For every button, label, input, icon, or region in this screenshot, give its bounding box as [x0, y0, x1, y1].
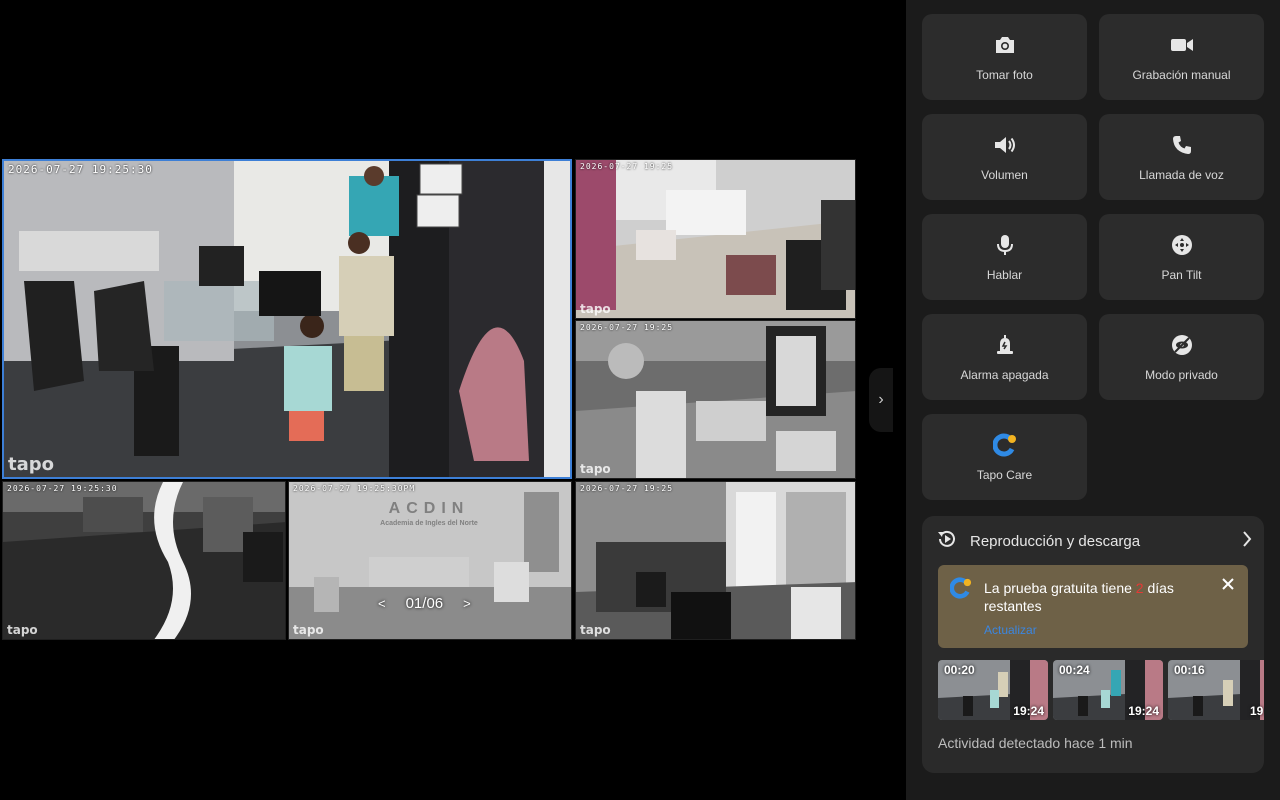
playback-icon [936, 528, 958, 555]
clip-duration: 00:24 [1059, 663, 1090, 677]
voice-call-button[interactable]: Llamada de voz [1099, 114, 1264, 200]
sign-subtitle: Academia de Ingles del Norte [380, 520, 478, 527]
camera-feed-1 [4, 161, 570, 477]
page-indicator: 01/06 [405, 595, 444, 612]
camera-timestamp: 2026-07-27 19:25 [580, 323, 674, 332]
tile-label: Tomar foto [976, 68, 1033, 82]
collapse-panel-button[interactable]: › [869, 368, 893, 432]
playback-card: Reproducción y descarga La prueba gratui… [922, 516, 1264, 773]
camera-feed-4 [3, 482, 285, 639]
trial-text-prefix: La prueba gratuita tiene [984, 580, 1136, 596]
playback-title: Reproducción y descarga [970, 532, 1141, 550]
playback-header[interactable]: Reproducción y descarga [936, 528, 1252, 554]
tile-label: Alarma apagada [960, 368, 1049, 382]
close-icon[interactable] [1218, 574, 1238, 594]
privacy-mode-button[interactable]: Modo privado [1099, 314, 1264, 400]
camera-timestamp: 2026-07-27 19:25:30 [7, 484, 118, 493]
alarm-off-icon [992, 332, 1018, 358]
tile-label: Tapo Care [976, 468, 1033, 482]
tapo-logo: tapo [8, 454, 55, 475]
pan-tilt-button[interactable]: Pan Tilt [1099, 214, 1264, 300]
clip-thumbnail[interactable]: 00:20 19:24 [938, 660, 1048, 720]
tapo-logo: tapo [580, 462, 611, 476]
clip-duration: 00:16 [1174, 663, 1205, 677]
tapo-care-button[interactable]: Tapo Care [922, 414, 1087, 500]
trial-message: La prueba gratuita tiene 2 días restante… [984, 579, 1204, 615]
trial-banner: La prueba gratuita tiene 2 días restante… [938, 565, 1248, 648]
activity-status: Actividad detectado hace 1 min [938, 735, 1133, 751]
camera-timestamp: 2026-07-27 19:25:30 [8, 163, 153, 176]
trial-days: 2 [1135, 580, 1144, 596]
clip-thumbnail[interactable]: 00:24 19:24 [1053, 660, 1163, 720]
manual-recording-button[interactable]: Grabación manual [1099, 14, 1264, 100]
volume-icon [992, 132, 1018, 158]
talk-button[interactable]: Hablar [922, 214, 1087, 300]
volume-button[interactable]: Volumen [922, 114, 1087, 200]
alarm-off-button[interactable]: Alarma apagada [922, 314, 1087, 400]
control-panel: Tomar foto Grabación manual Volumen Llam… [906, 0, 1280, 800]
clip-time: 19:24 [1013, 704, 1044, 718]
tile-label: Pan Tilt [1161, 268, 1202, 282]
upgrade-link[interactable]: Actualizar [984, 623, 1037, 637]
camera-pager: < 01/06 > [378, 595, 471, 612]
clip-thumbnails: 00:20 19:24 00:24 19:24 00:16 19:2 [938, 660, 1264, 720]
camera-timestamp: 2026-07-27 19:25:30PM [293, 484, 416, 493]
tile-label: Llamada de voz [1139, 168, 1224, 182]
sign-title: ACDIN [388, 500, 470, 517]
tapo-logo: tapo [293, 623, 324, 637]
tile-label: Hablar [986, 268, 1023, 282]
tapo-logo: tapo [580, 623, 611, 637]
camera-feed-6 [576, 482, 855, 639]
prev-page-button[interactable]: < [378, 596, 386, 611]
clip-thumbnail[interactable]: 00:16 19:2 [1168, 660, 1264, 720]
chevron-right-icon: › [878, 391, 884, 408]
camera-icon [992, 32, 1018, 58]
tapo-care-icon [992, 432, 1018, 458]
camera-feed-3 [576, 321, 855, 478]
take-photo-button[interactable]: Tomar foto [922, 14, 1087, 100]
microphone-icon [992, 232, 1018, 258]
tapo-care-icon [949, 577, 972, 599]
camera-grid: 2026-07-27 19:25:30 tapo 2026-07-27 19:2… [0, 158, 858, 641]
camera-timestamp: 2026-07-27 19:25 [580, 162, 674, 171]
tile-label: Volumen [981, 168, 1028, 182]
clip-time: 19:24 [1128, 704, 1159, 718]
phone-icon [1169, 132, 1195, 158]
camera-view-5[interactable]: ACDIN Academia de Ingles del Norte 2026-… [288, 481, 572, 640]
camera-view-2[interactable]: 2026-07-27 19:25 tapo [575, 159, 856, 319]
camera-timestamp: 2026-07-27 19:25 [580, 484, 674, 493]
camera-view-3[interactable]: 2026-07-27 19:25 tapo [575, 320, 856, 479]
tapo-logo: tapo [580, 302, 611, 316]
camera-view-1[interactable]: 2026-07-27 19:25:30 tapo [2, 159, 572, 479]
chevron-right-icon [1242, 530, 1252, 552]
clip-duration: 00:20 [944, 663, 975, 677]
camera-view-6[interactable]: 2026-07-27 19:25 tapo [575, 481, 856, 640]
next-page-button[interactable]: > [463, 596, 471, 611]
pan-tilt-icon [1169, 232, 1195, 258]
camera-feed-2 [576, 160, 855, 318]
clip-time: 19:2 [1249, 704, 1264, 718]
privacy-mode-icon [1169, 332, 1195, 358]
tile-label: Grabación manual [1132, 68, 1231, 82]
camera-view-4[interactable]: 2026-07-27 19:25:30 tapo [2, 481, 286, 640]
tapo-logo: tapo [7, 623, 38, 637]
video-record-icon [1169, 32, 1195, 58]
tile-label: Modo privado [1145, 368, 1218, 382]
